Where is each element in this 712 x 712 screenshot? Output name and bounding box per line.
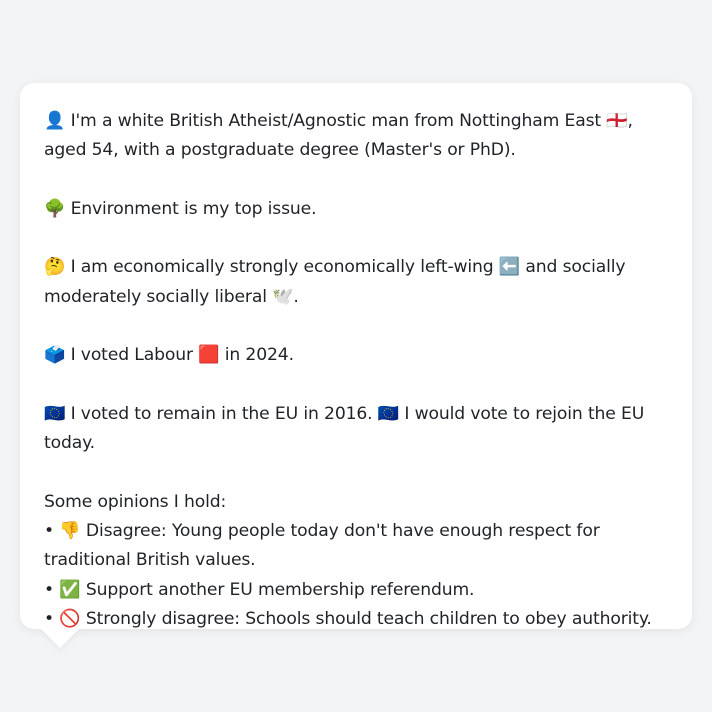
intro-text: 👤 I'm a white British Atheist/Agnostic m… [44, 111, 633, 161]
opinions-heading: Some opinions I hold: [44, 491, 227, 512]
bubble-tail [40, 628, 80, 648]
opinion-item: • ✅ Support another EU membership refere… [44, 579, 475, 600]
ideology-text: 🤔 I am economically strongly economicall… [44, 257, 626, 307]
top-issue-text: 🌳 Environment is my top issue. [44, 198, 317, 219]
vote-2024-text: 🗳️ I voted Labour 🟥 in 2024. [44, 345, 294, 366]
eu-text: 🇪🇺 I voted to remain in the EU in 2016. … [44, 403, 645, 454]
opinion-item: • 👎 Disagree: Young people today don't h… [44, 521, 600, 571]
opinion-item: • 🚫 Strongly disagree: Schools should te… [44, 609, 652, 630]
profile-message-bubble: 👤 I'm a white British Atheist/Agnostic m… [20, 83, 692, 629]
